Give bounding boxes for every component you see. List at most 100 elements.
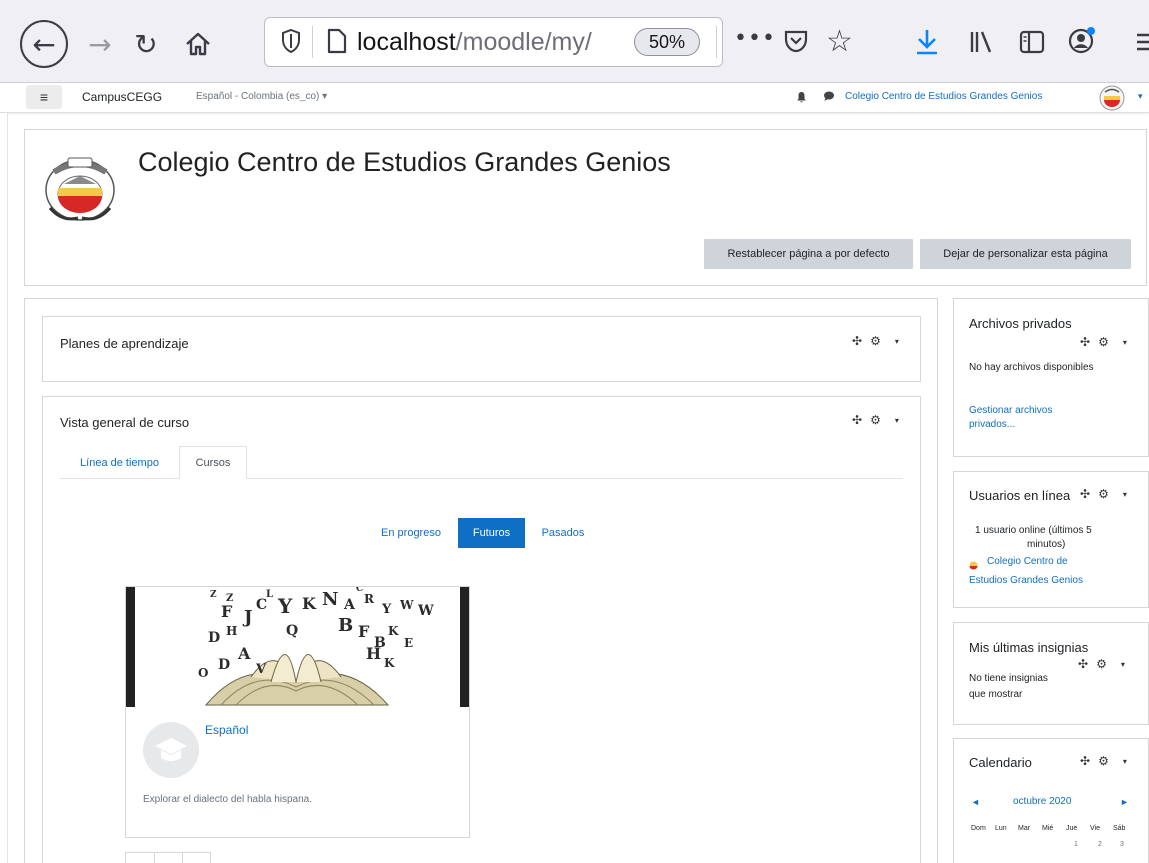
svg-text:H: H xyxy=(226,624,237,638)
urlbar-divider xyxy=(312,26,313,58)
tab-timeline[interactable]: Línea de tiempo xyxy=(62,446,177,479)
page-info-icon[interactable] xyxy=(326,27,348,55)
calendar-day[interactable]: 3 xyxy=(1120,841,1124,848)
user-avatar[interactable] xyxy=(1098,84,1126,112)
filter-past[interactable]: Pasados xyxy=(532,518,594,548)
online-user-link[interactable]: Colegio Centro de xyxy=(987,555,1068,569)
url-text[interactable]: localhost/moodle/my/ xyxy=(357,27,592,57)
gear-icon[interactable]: ⚙ xyxy=(870,413,881,427)
sidebar-toggle-icon[interactable] xyxy=(1018,28,1046,56)
calendar-month-link[interactable]: octubre 2020 xyxy=(1013,795,1071,809)
chevron-down-icon[interactable]: ▾ xyxy=(895,337,899,346)
calendar-weekday: Dom xyxy=(971,825,986,832)
gear-icon[interactable]: ⚙ xyxy=(1096,657,1107,671)
block-title: Archivos privados xyxy=(969,316,1072,331)
gear-icon[interactable]: ⚙ xyxy=(870,334,881,348)
reset-page-button[interactable]: Restablecer página a por defecto xyxy=(704,239,913,269)
move-icon[interactable]: ✣ xyxy=(852,413,862,427)
svg-text:Y: Y xyxy=(277,594,293,618)
download-icon[interactable] xyxy=(914,27,940,57)
language-menu[interactable]: Español - Colombia (es_co) ▾ xyxy=(196,91,327,102)
move-icon[interactable]: ✣ xyxy=(1080,754,1090,768)
svg-text:K: K xyxy=(384,656,395,670)
gear-icon[interactable]: ⚙ xyxy=(1098,335,1109,349)
zoom-indicator[interactable]: 50% xyxy=(634,28,700,56)
svg-text:W: W xyxy=(417,603,434,619)
course-summary: Explorar el dialecto del habla hispana. xyxy=(143,794,312,805)
filter-future[interactable]: Futuros xyxy=(458,518,525,548)
site-name-link[interactable]: CampusCEGG xyxy=(82,90,162,104)
calendar-day[interactable]: 2 xyxy=(1098,841,1102,848)
toolbar-divider xyxy=(716,26,717,58)
nav-drawer-button[interactable]: ≡ xyxy=(26,85,62,109)
library-icon[interactable] xyxy=(968,28,996,56)
chevron-down-icon[interactable]: ▾ xyxy=(1123,490,1127,499)
forward-button[interactable]: → xyxy=(80,22,120,66)
pagination-divider xyxy=(154,853,155,863)
pagination-divider xyxy=(182,853,183,863)
account-icon[interactable] xyxy=(1066,25,1098,57)
move-icon[interactable]: ✣ xyxy=(1078,657,1088,671)
chevron-down-icon[interactable]: ▾ xyxy=(1123,338,1127,347)
svg-text:B: B xyxy=(338,615,353,636)
home-icon[interactable] xyxy=(176,22,220,66)
block-title: Planes de aprendizaje xyxy=(60,336,189,351)
course-name-link[interactable]: Español xyxy=(205,723,248,737)
block-controls: ✣ ⚙ ▾ xyxy=(1080,335,1127,349)
gear-icon[interactable]: ⚙ xyxy=(1098,754,1109,768)
block-title: Mis últimas insignias xyxy=(969,640,1089,655)
user-menu-caret[interactable]: ▾ xyxy=(1138,91,1143,102)
svg-text:A: A xyxy=(237,644,251,663)
svg-text:H: H xyxy=(366,644,381,663)
svg-text:L: L xyxy=(266,589,273,600)
block-controls: ✣ ⚙ ▾ xyxy=(1080,487,1127,501)
svg-text:E: E xyxy=(404,636,413,650)
svg-text:C: C xyxy=(356,587,363,594)
online-user-avatar xyxy=(969,557,978,570)
back-button[interactable]: ← xyxy=(20,20,68,68)
svg-text:D: D xyxy=(208,630,220,646)
manage-files-link[interactable]: privados... xyxy=(969,418,1015,432)
manage-files-link[interactable]: Gestionar archivos xyxy=(969,404,1052,418)
block-controls: ✣ ⚙ ▾ xyxy=(1078,657,1125,671)
calendar-weekday: Mié xyxy=(1042,825,1054,832)
tab-courses[interactable]: Cursos xyxy=(179,446,247,479)
calendar-weekday: Vie xyxy=(1090,825,1100,832)
pocket-icon[interactable] xyxy=(783,27,809,55)
messages-icon[interactable] xyxy=(823,90,835,105)
svg-text:J: J xyxy=(242,607,253,628)
calendar-next-icon[interactable]: ► xyxy=(1120,795,1129,809)
bookmark-star-icon[interactable]: ☆ xyxy=(826,24,853,59)
calendar-day[interactable]: 1 xyxy=(1074,841,1078,848)
reload-button[interactable]: ↻ xyxy=(126,22,166,66)
move-icon[interactable]: ✣ xyxy=(1080,335,1090,349)
move-icon[interactable]: ✣ xyxy=(852,334,862,348)
page-actions-button[interactable]: ••• xyxy=(734,26,776,51)
svg-text:Y: Y xyxy=(381,602,392,617)
move-icon[interactable]: ✣ xyxy=(1080,487,1090,501)
user-menu-name[interactable]: Colegio Centro de Estudios Grandes Genio… xyxy=(845,91,1042,102)
course-image[interactable]: F D H J C Y K N A R Y W W B F B K E H K … xyxy=(126,587,469,707)
stop-customising-button[interactable]: Dejar de personalizar esta página xyxy=(920,239,1131,269)
chevron-down-icon[interactable]: ▾ xyxy=(1123,757,1127,766)
block-title: Vista general de curso xyxy=(60,415,190,430)
svg-text:F: F xyxy=(221,602,233,621)
online-count-text: 1 usuario online (últimos 5 xyxy=(975,525,1092,536)
chevron-down-icon[interactable]: ▾ xyxy=(895,416,899,425)
chevron-down-icon[interactable]: ▾ xyxy=(1121,660,1125,669)
notification-bell-icon[interactable] xyxy=(796,91,807,106)
gear-icon[interactable]: ⚙ xyxy=(1098,487,1109,501)
calendar-prev-icon[interactable]: ◄ xyxy=(971,795,980,809)
course-avatar xyxy=(143,722,199,778)
calendar-weekday: Jue xyxy=(1066,825,1078,832)
calendar-weekday: Sáb xyxy=(1113,825,1126,832)
filter-in-progress[interactable]: En progreso xyxy=(370,518,452,548)
pagination[interactable] xyxy=(125,852,211,863)
svg-text:K: K xyxy=(302,594,317,613)
hamburger-menu-icon[interactable] xyxy=(1134,30,1149,54)
online-user-link[interactable]: Estudios Grandes Genios xyxy=(969,574,1083,588)
tracking-shield-icon[interactable] xyxy=(280,28,302,54)
svg-text:Q: Q xyxy=(286,623,298,639)
no-badges-text: No tiene insignias xyxy=(969,673,1048,684)
svg-text:K: K xyxy=(388,624,399,638)
